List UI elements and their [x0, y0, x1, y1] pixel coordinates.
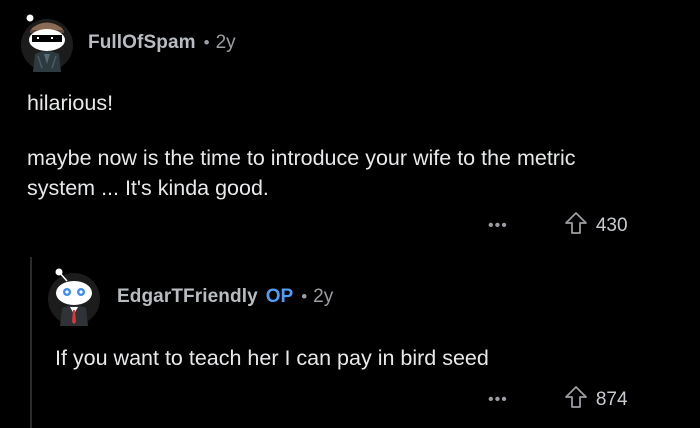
reply-header: EdgarTFriendly OP • 2y — [45, 268, 333, 326]
comment-body-paragraph: hilarious! — [27, 91, 114, 115]
upvote-arrow-icon — [564, 211, 588, 240]
thread-line[interactable] — [30, 257, 32, 428]
comment-actions: ••• 430 — [488, 211, 628, 240]
snoo-avatar-sunglasses-icon[interactable] — [18, 14, 76, 72]
more-options-button[interactable]: ••• — [488, 391, 508, 409]
more-options-button[interactable]: ••• — [488, 217, 508, 235]
snoo-avatar-suit-icon[interactable] — [45, 268, 103, 326]
reply-author[interactable]: EdgarTFriendly — [117, 286, 258, 308]
comment-author[interactable]: FullOfSpam — [88, 32, 196, 54]
upvote-count: 430 — [595, 214, 628, 236]
upvote-count: 874 — [595, 388, 628, 410]
op-badge: OP — [265, 286, 294, 307]
comment-body-paragraph: maybe now is the time to introduce your … — [27, 146, 576, 200]
meta-separator: • — [203, 33, 210, 52]
reply-actions: ••• 874 — [488, 385, 628, 414]
reply-body-paragraph: If you want to teach her I can pay in bi… — [55, 346, 489, 370]
comment-header: FullOfSpam • 2y — [18, 14, 236, 72]
meta-separator: • — [301, 287, 308, 306]
upvote-button[interactable]: 874 — [564, 385, 628, 414]
comment-age: 2y — [215, 32, 236, 53]
upvote-arrow-icon — [564, 385, 588, 414]
comment-thread: FullOfSpam • 2y hilarious! maybe now is … — [0, 0, 700, 428]
upvote-button[interactable]: 430 — [564, 211, 628, 240]
reply-age: 2y — [313, 286, 334, 307]
